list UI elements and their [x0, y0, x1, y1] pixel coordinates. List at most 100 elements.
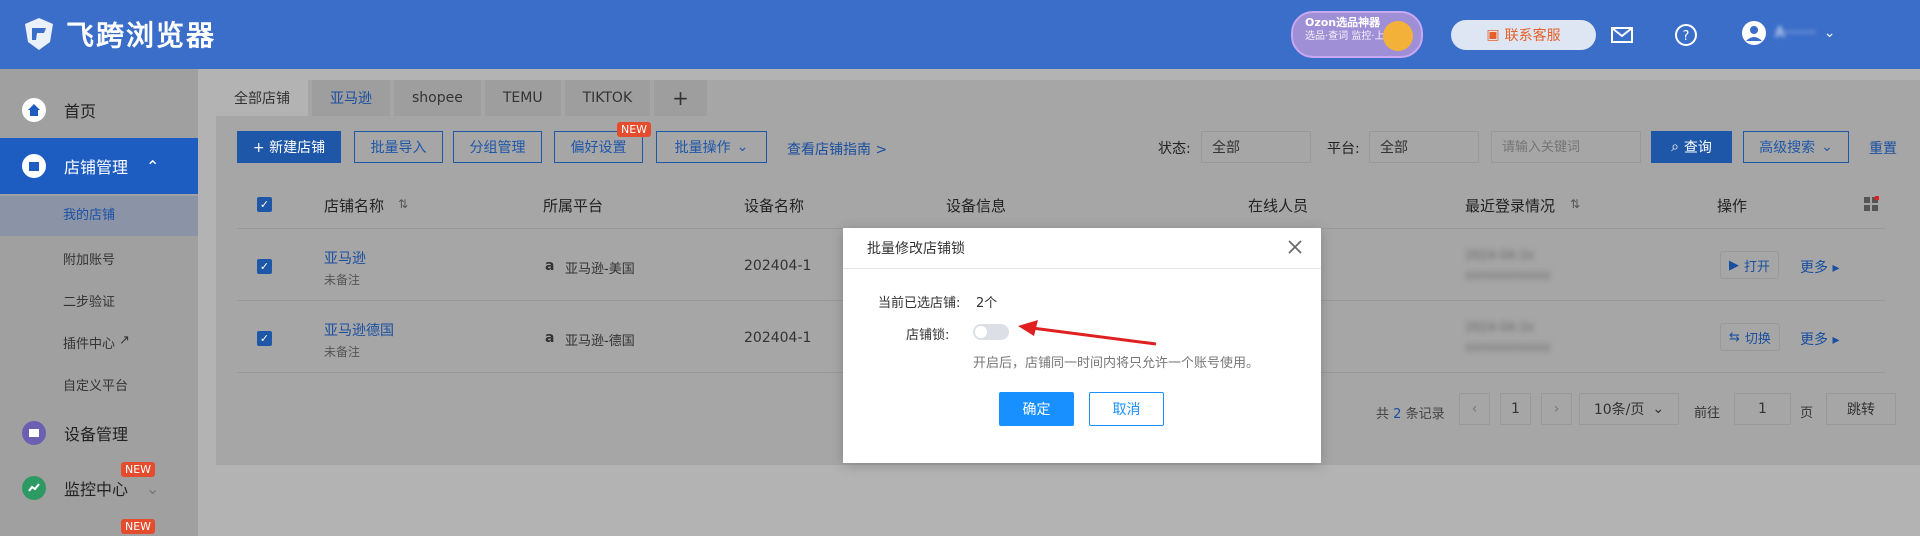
column-settings-icon[interactable] [1863, 195, 1880, 216]
external-link-icon: ↗ [119, 333, 130, 348]
store-icon [22, 154, 46, 178]
switch-store-button[interactable]: ⇆ 切换 [1720, 323, 1780, 351]
group-mgmt-button[interactable]: 分组管理 [453, 131, 542, 163]
platform-select[interactable]: 全部 [1369, 131, 1479, 163]
open-store-label: 打开 [1744, 259, 1771, 275]
play-icon: ▶ [1729, 257, 1739, 273]
page-size-select[interactable]: 10条/页 ⌄ [1579, 393, 1679, 425]
sidebar-item-label: 店铺管理 [64, 158, 129, 177]
toggle-knob [975, 326, 987, 338]
store-name-link[interactable]: 亚马逊 [324, 248, 366, 268]
sort-icon[interactable]: ⇅ [398, 197, 408, 211]
reset-link[interactable]: 重置 [1869, 138, 1897, 158]
dialog-divider [843, 268, 1321, 269]
annotation-arrow-icon [1018, 320, 1157, 346]
sidebar-item-device-mgmt[interactable]: 设备管理 [0, 405, 198, 461]
switch-store-label: 切换 [1744, 331, 1771, 347]
page-number-button[interactable]: 1 [1500, 393, 1531, 425]
column-header: 所属平台 [543, 197, 604, 215]
tab-temu[interactable]: TEMU [484, 80, 561, 116]
user-menu[interactable]: A······· ⌄ [1741, 20, 1835, 46]
open-store-button[interactable]: ▶ 打开 [1720, 251, 1780, 279]
search-button[interactable]: ⌕ 查询 [1651, 131, 1732, 163]
store-name-link[interactable]: 亚马逊德国 [324, 320, 394, 340]
sidebar-item-store-mgmt[interactable]: 店铺管理 ⌃ [0, 138, 198, 194]
monitor-icon [22, 476, 46, 500]
mail-icon[interactable] [1609, 22, 1635, 48]
jump-button[interactable]: 跳转 [1826, 393, 1896, 425]
sidebar-item-label: 监控中心 [64, 480, 129, 499]
chevron-down-icon: ⌄ [146, 478, 160, 498]
column-header[interactable]: 最近登录情况 [1465, 195, 1555, 216]
app-name: 飞跨浏览器 [66, 19, 217, 52]
ozon-promo-banner[interactable]: Ozon选品神器 选品·查词 监控·上货 [1291, 11, 1423, 58]
more-actions-link[interactable]: 更多 ▸ [1800, 257, 1839, 277]
select-all-checkbox[interactable]: ✓ [257, 197, 272, 212]
chevron-down-icon: ⌄ [736, 139, 749, 155]
store-platform: 亚马逊-美国 [565, 262, 635, 277]
cancel-button[interactable]: 取消 [1089, 392, 1164, 426]
tab-tiktok[interactable]: TIKTOK [564, 80, 651, 116]
total-prefix: 共 [1376, 407, 1390, 422]
status-label: 状态: [1158, 141, 1191, 157]
sort-icon[interactable]: ⇅ [1570, 197, 1580, 211]
page-size-value: 10条/页 [1593, 402, 1645, 418]
last-login-time: 2024-04-2x [1465, 320, 1535, 334]
app-logo[interactable]: 飞跨浏览器 [22, 14, 216, 54]
column-header: 操作 [1717, 197, 1748, 215]
advanced-search-button[interactable]: 高级搜索 ⌄ [1743, 131, 1849, 163]
last-login-time: 2024-04-2x [1465, 248, 1535, 262]
new-store-button[interactable]: + 新建店铺 [237, 131, 341, 163]
logo-shield-icon [25, 18, 53, 50]
confirm-button[interactable]: 确定 [999, 392, 1074, 426]
store-guide-link[interactable]: 查看店铺指南 > [787, 139, 887, 159]
contact-service-button[interactable]: ▣ 联系客服 [1451, 20, 1596, 50]
row-checkbox[interactable]: ✓ [257, 259, 272, 274]
batch-import-button[interactable]: 批量导入 [354, 131, 443, 163]
more-actions-link[interactable]: 更多 ▸ [1800, 329, 1839, 349]
next-page-button[interactable]: › [1541, 393, 1572, 425]
column-header: 设备信息 [946, 197, 1007, 215]
total-count: 2 [1393, 407, 1402, 422]
prev-page-button[interactable]: ‹ [1459, 393, 1490, 425]
tab-all-stores[interactable]: 全部店铺 [216, 80, 308, 116]
tab-shopee[interactable]: shopee [394, 80, 481, 116]
goto-page-input[interactable]: 1 [1734, 393, 1791, 425]
sidebar-sub-my-stores[interactable]: 我的店铺 [0, 196, 198, 236]
more-label: 更多 [1800, 332, 1828, 348]
sidebar-sub-2fa[interactable]: 二步验证 [63, 291, 115, 310]
help-icon[interactable]: ? [1673, 22, 1699, 48]
caret-right-icon: ▸ [1832, 332, 1840, 348]
store-lock-toggle[interactable] [973, 324, 1009, 340]
search-label: 查询 [1683, 140, 1712, 156]
platform-label: 平台: [1327, 141, 1360, 157]
more-label: 更多 [1800, 260, 1828, 276]
keyword-input[interactable] [1491, 131, 1641, 163]
chevron-down-icon: ⌄ [1823, 25, 1836, 41]
add-tab-button[interactable]: + [654, 80, 707, 116]
sidebar-sub-custom-platform[interactable]: 自定义平台 [63, 375, 128, 394]
column-header: 设备名称 [744, 197, 805, 215]
close-icon[interactable] [1285, 237, 1305, 257]
column-header: 在线人员 [1248, 197, 1309, 215]
status-select[interactable]: 全部 [1201, 131, 1311, 163]
device-name: 202404-1 [744, 258, 812, 274]
store-lock-label: 店铺锁: [906, 328, 950, 343]
device-name: 202404-1 [744, 330, 812, 346]
sidebar-sub-plugins[interactable]: 插件中心 ↗ [63, 333, 130, 352]
tab-amazon[interactable]: 亚马逊 [312, 80, 390, 116]
chevron-down-icon: ⌄ [1821, 139, 1833, 155]
sidebar: 首页 店铺管理 ⌃ 我的店铺 附加账号 二步验证 插件中心 ↗ 自定义平台 设备… [0, 69, 198, 536]
sidebar-sub-extra-accounts[interactable]: 附加账号 [63, 249, 115, 268]
sidebar-item-monitor[interactable]: 监控中心 ⌄ [0, 460, 198, 516]
row-checkbox[interactable]: ✓ [257, 331, 272, 346]
batch-ops-button[interactable]: 批量操作 ⌄ [656, 131, 767, 163]
sidebar-item-home[interactable]: 首页 [0, 82, 198, 138]
top-bar: 飞跨浏览器 Ozon选品神器 选品·查词 监控·上货 ▣ 联系客服 ? A···… [0, 0, 1920, 69]
new-badge: NEW [121, 462, 156, 477]
selected-stores-label: 当前已选店铺: [878, 296, 961, 311]
column-header[interactable]: 店铺名称 [324, 195, 384, 216]
new-badge: NEW [617, 122, 652, 137]
sidebar-item-label: 设备管理 [64, 425, 129, 444]
amazon-logo-icon: a [545, 330, 555, 346]
